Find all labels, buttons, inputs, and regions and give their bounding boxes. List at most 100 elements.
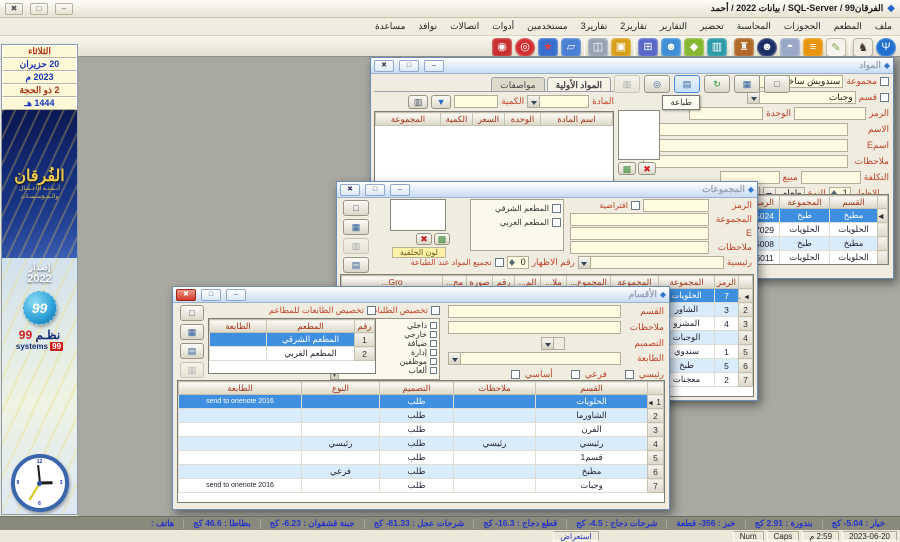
assign-orders-checkbox[interactable] — [431, 306, 440, 315]
new-button[interactable]: □ — [180, 305, 204, 321]
sections-maximize-button[interactable]: □ — [201, 289, 221, 301]
database-icon[interactable]: ◫ — [588, 38, 608, 57]
sub-checkbox[interactable] — [571, 370, 580, 379]
burger-icon[interactable]: ≡ — [803, 38, 823, 57]
material-image-box[interactable] — [618, 110, 660, 160]
table-row[interactable]: 1المطعم الشرقي — [210, 333, 375, 347]
section-filter-checkbox[interactable] — [880, 93, 889, 102]
delete-button[interactable]: ▥ — [343, 238, 369, 254]
menu-item-help[interactable]: مساعدة — [375, 21, 405, 32]
dining-tables-icon[interactable]: ♜ — [734, 38, 754, 57]
main-checkbox[interactable] — [625, 370, 634, 379]
sections-window-titlebar[interactable]: ◆ الأقسام – □ ✖ — [173, 287, 669, 303]
waiter-icon[interactable]: ☻ — [757, 38, 777, 57]
note-edit-icon[interactable]: ✎ — [826, 38, 846, 57]
design-select[interactable] — [541, 337, 565, 350]
table-row[interactable]: 1 ◄الحلوياتطلبsend to onenote 2016 — [179, 395, 664, 409]
delete-button[interactable]: ▥ — [180, 362, 204, 378]
menu-item-tools[interactable]: أدوات — [492, 21, 514, 32]
quantity-input[interactable] — [454, 95, 498, 108]
menu-item-preparation[interactable]: تحضير — [700, 21, 724, 32]
menu-item-windows[interactable]: نوافذ — [418, 21, 437, 32]
name-en-input[interactable] — [643, 139, 848, 152]
east-restaurant-checkbox[interactable] — [552, 204, 561, 213]
sections-close-button[interactable]: ✖ — [176, 289, 196, 301]
group-name-input[interactable] — [570, 213, 709, 226]
new-button[interactable]: □ — [343, 200, 369, 216]
group-filter-checkbox[interactable] — [880, 77, 889, 86]
table-row[interactable]: 2الشاورماطلب — [179, 409, 664, 423]
menu-item-file[interactable]: ملف — [875, 21, 892, 32]
cards-icon[interactable]: ▱ — [561, 38, 581, 57]
menu-item-reports2[interactable]: تقارير2 — [620, 21, 647, 32]
main-group-select[interactable] — [578, 256, 724, 269]
order-type-checkbox[interactable] — [430, 358, 437, 365]
users-icon[interactable]: ☻ — [661, 38, 681, 57]
toolbox-icon[interactable]: ▣ — [611, 38, 631, 57]
remove-image-button[interactable]: ✖ — [416, 233, 432, 245]
unit-input[interactable] — [689, 107, 763, 120]
materials-maximize-button[interactable]: □ — [399, 60, 419, 72]
materials-close-button[interactable]: ✖ — [374, 60, 394, 72]
add-material-button[interactable]: ▼ — [431, 95, 451, 109]
serving-dome-icon[interactable]: ◓ — [780, 38, 800, 57]
collect-on-print-checkbox[interactable] — [495, 258, 504, 267]
delete-button[interactable]: ▥ — [614, 75, 640, 93]
order-type-checkbox[interactable] — [430, 331, 437, 338]
save-button[interactable]: ▦ — [343, 219, 369, 235]
pick-image-button[interactable]: ▩ — [434, 233, 450, 245]
utensils-icon[interactable]: Ψ — [876, 38, 896, 57]
english-name-input[interactable] — [570, 227, 709, 240]
chart-icon[interactable]: ▥ — [707, 38, 727, 57]
app-restore-button[interactable]: □ — [30, 3, 48, 15]
app-close-button[interactable]: ✖ — [5, 3, 23, 15]
pick-image-button[interactable]: ▩ — [618, 162, 636, 175]
remove-material-button[interactable]: ▥ — [408, 95, 428, 109]
display-order-stepper[interactable]: 0 — [507, 256, 529, 269]
save-button[interactable]: ▦ — [180, 324, 204, 340]
groups-minimize-button[interactable]: – — [390, 184, 410, 196]
print-button[interactable]: ▤ — [674, 75, 700, 93]
gift-box-icon[interactable]: ◆ — [684, 38, 704, 57]
calculator-icon[interactable]: ⊞ — [638, 38, 658, 57]
print-button[interactable]: ▤ — [180, 343, 204, 359]
power-icon[interactable]: ◉ — [492, 38, 512, 57]
default-checkbox[interactable] — [631, 201, 640, 210]
groups-close-button[interactable]: ✖ — [340, 184, 360, 196]
tab-raw-materials[interactable]: المواد الأولية — [547, 77, 611, 91]
table-row[interactable]: 3الفرنطلب — [179, 423, 664, 437]
order-type-checkbox[interactable] — [430, 349, 437, 356]
menu-item-accounting[interactable]: المحاسبة — [737, 21, 771, 32]
material-select[interactable] — [527, 95, 589, 108]
notes-input[interactable] — [570, 241, 709, 254]
west-restaurant-checkbox[interactable] — [552, 218, 561, 227]
menu-item-reports[interactable]: التقارير — [660, 21, 687, 32]
tab-specifications[interactable]: مواصفات — [491, 77, 544, 91]
table-row[interactable]: 4رئيسيرئيسيطلبرئيسي — [179, 437, 664, 451]
notes-input[interactable] — [643, 155, 848, 168]
notes-input[interactable] — [448, 321, 621, 334]
order-type-checkbox[interactable] — [430, 322, 437, 329]
order-type-checkbox[interactable] — [430, 340, 437, 347]
assign-printers-checkbox[interactable] — [367, 306, 376, 315]
groups-maximize-button[interactable]: □ — [365, 184, 385, 196]
search-button[interactable]: ◎ — [644, 75, 670, 93]
code-input[interactable] — [643, 199, 709, 212]
print-button[interactable]: ▤ — [343, 257, 369, 273]
app-minimize-button[interactable]: – — [55, 3, 73, 15]
order-type-checkbox[interactable] — [430, 367, 437, 374]
section-name-input[interactable] — [448, 305, 621, 318]
remove-image-button[interactable]: ✖ — [638, 162, 656, 175]
groups-window-titlebar[interactable]: ◆ المجموعات – □ ✖ — [337, 182, 757, 198]
printer-select[interactable] — [448, 352, 621, 365]
app-titlebar[interactable]: ◆ الفرقان99 / SQL-Server / بيانات 2022 /… — [0, 0, 900, 18]
search-icon[interactable]: ◎ — [515, 38, 535, 57]
menu-item-users[interactable]: مستخدمين — [527, 21, 568, 32]
cost-input[interactable] — [801, 171, 861, 184]
menu-item-reports3[interactable]: تقارير3 — [581, 21, 608, 32]
new-button[interactable]: □ — [764, 75, 790, 93]
menu-item-connections[interactable]: اتصالات — [450, 21, 479, 32]
refresh-button[interactable]: ↻ — [704, 75, 730, 93]
table-row[interactable]: 2المطعم الغربي — [210, 347, 375, 361]
materials-minimize-button[interactable]: – — [424, 60, 444, 72]
